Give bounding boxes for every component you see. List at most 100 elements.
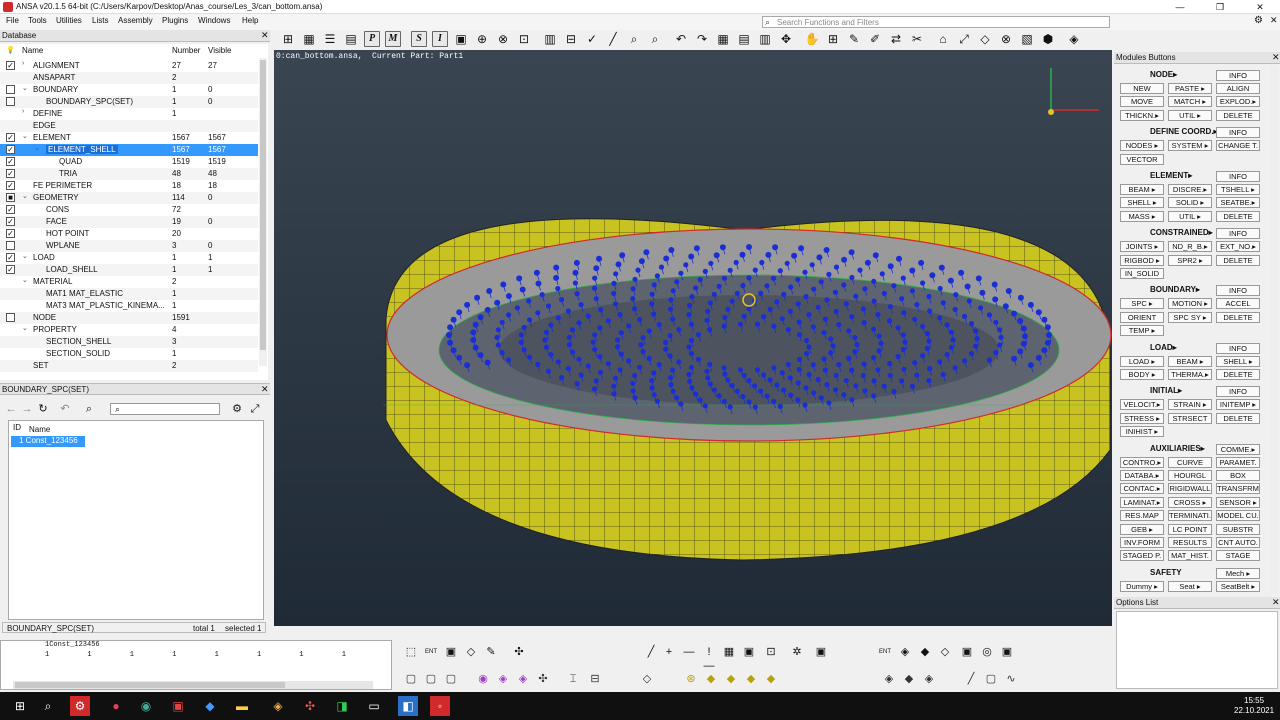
module-button[interactable]: TSHELL ▸	[1216, 184, 1260, 195]
module-button[interactable]: SEATBE.▸	[1216, 197, 1260, 209]
visibility-checkbox[interactable]: ✓	[6, 217, 15, 226]
toolbar-tool-icon[interactable]: ✐	[867, 31, 883, 47]
module-button[interactable]: SPC SY ▸	[1168, 311, 1212, 323]
module-button[interactable]: INITEMP ▸	[1216, 399, 1260, 411]
toolbar-tool-icon[interactable]: ▥	[757, 31, 773, 47]
toolbar-tool-icon[interactable]: ◇	[977, 31, 993, 47]
table-row[interactable]: ✓ HOT POINT 20	[0, 228, 258, 240]
module-group-title[interactable]: INITIAL▸	[1150, 386, 1182, 395]
toolbar-m-button[interactable]: M	[385, 31, 401, 47]
module-button[interactable]: DELETE	[1216, 412, 1260, 424]
visibility-checkbox[interactable]: ✓	[6, 253, 15, 262]
module-group-title[interactable]: BOUNDARY▸	[1150, 285, 1200, 294]
bottom-tool-icon[interactable]: ▢	[984, 672, 998, 686]
visibility-checkbox[interactable]	[6, 241, 15, 250]
filter-input[interactable]: ⌕	[110, 403, 220, 415]
close-boundary-panel-icon[interactable]: ✕	[261, 384, 269, 395]
bottom-tool-icon[interactable]: ENT	[878, 645, 892, 659]
taskbar-lsr-icon[interactable]: ◈	[268, 696, 288, 716]
toolbar-tool-icon[interactable]: ⊗	[495, 31, 511, 47]
refresh-icon[interactable]: ↻	[36, 402, 50, 416]
module-button[interactable]: LOAD ▸	[1120, 355, 1164, 367]
module-button[interactable]: BEAM ▸	[1120, 184, 1164, 195]
taskbar-clock[interactable]: 15:55 22.10.2021	[1234, 696, 1274, 716]
start-windows-icon[interactable]: ⊞	[10, 696, 30, 716]
toolbar-tool-icon[interactable]: ▤	[343, 31, 359, 47]
bottom-tool-icon[interactable]: ◆	[918, 645, 932, 659]
bottom-tool-icon[interactable]: —	[682, 645, 696, 659]
module-button[interactable]: EXPLOD.▸	[1216, 96, 1260, 108]
module-button[interactable]: TEMP ▸	[1120, 325, 1164, 337]
module-button[interactable]: DATABA.▸	[1120, 470, 1164, 481]
bottom-tool-icon[interactable]: ▣	[814, 645, 828, 659]
module-button[interactable]: SeatBelt ▸	[1216, 580, 1260, 592]
module-button[interactable]: INIHIST ▸	[1120, 426, 1164, 438]
bottom-tool-icon[interactable]: ⊟	[588, 672, 602, 686]
table-row[interactable]: › DEFINE 1	[0, 108, 258, 120]
taskbar-app-5-icon[interactable]: ◆	[200, 696, 220, 716]
module-button[interactable]: EXT_NO.▸	[1216, 241, 1260, 253]
module-button[interactable]: JOINTS ▸	[1120, 241, 1164, 253]
table-row[interactable]: WPLANE 3 0	[0, 240, 258, 252]
toolbar-tool-icon[interactable]: ✎	[846, 31, 862, 47]
table-row[interactable]: ✓ LOAD_SHELL 1 1	[0, 264, 258, 276]
module-button[interactable]: Dummy ▸	[1120, 580, 1164, 592]
toolbar-tool-icon[interactable]: ⊕	[474, 31, 490, 47]
visibility-checkbox[interactable]: ✓	[6, 265, 15, 274]
module-button[interactable]: MOTION ▸	[1168, 298, 1212, 310]
table-row[interactable]: ■ ⌄ GEOMETRY 114 0	[0, 192, 258, 204]
table-row[interactable]: ✓ FE PERIMETER 18 18	[0, 180, 258, 192]
module-button[interactable]: LAMINAT.▸	[1120, 496, 1164, 508]
maximize-button[interactable]: ❐	[1200, 0, 1240, 14]
module-group-title[interactable]: LOAD▸	[1150, 343, 1177, 352]
module-button[interactable]: SYSTEM ▸	[1168, 140, 1212, 152]
bottom-tool-icon[interactable]: ▣	[444, 645, 458, 659]
menu-plugins[interactable]: Plugins	[162, 16, 188, 25]
zoom-icon[interactable]: ⌕	[82, 402, 96, 416]
module-button[interactable]: CHANGE T.	[1216, 140, 1260, 152]
taskbar-app-11-icon[interactable]: ◧	[398, 696, 418, 716]
table-row[interactable]: NODE 1591	[0, 312, 258, 324]
module-button[interactable]: BODY ▸	[1120, 369, 1164, 380]
module-button[interactable]: STAGED P.	[1120, 550, 1164, 562]
toolbar-tool-icon[interactable]: ⌂	[935, 31, 951, 47]
module-button[interactable]: MASS ▸	[1120, 210, 1164, 222]
settings-icon[interactable]: ⚙	[230, 402, 244, 416]
table-row[interactable]: SET 2	[0, 360, 258, 372]
bottom-tool-icon[interactable]: +	[662, 645, 676, 659]
table-row[interactable]: ANSAPART 2	[0, 72, 258, 84]
close-window-button[interactable]: ✕	[1240, 0, 1280, 14]
module-button[interactable]: GEB ▸	[1120, 523, 1164, 535]
visibility-checkbox[interactable]: ✓	[6, 205, 15, 214]
module-button[interactable]: INFO	[1216, 171, 1260, 182]
taskbar-pdf-icon[interactable]: ▣	[168, 696, 188, 716]
toolbar-tool-icon[interactable]: ◈	[1066, 31, 1082, 47]
visibility-checkbox[interactable]	[6, 85, 15, 94]
module-button[interactable]: INFO	[1216, 342, 1260, 354]
menu-tools[interactable]: Tools	[28, 16, 47, 25]
bottom-tool-icon[interactable]: ◈	[922, 672, 936, 686]
module-button[interactable]: TRANSFRM	[1216, 483, 1260, 495]
bottom-tool-icon[interactable]: ENT	[424, 645, 438, 659]
taskbar-app-1-icon[interactable]: ⚙	[70, 696, 90, 716]
module-button[interactable]: INFO	[1216, 386, 1260, 398]
expand-toggle-icon[interactable]: ⌄	[22, 276, 28, 284]
module-button[interactable]: ORIENT	[1120, 311, 1164, 323]
module-button[interactable]: IN_SOLID	[1120, 268, 1164, 279]
table-row[interactable]: SECTION_SHELL 3	[0, 336, 258, 348]
bottom-tool-icon[interactable]: ◇	[938, 645, 952, 659]
module-group-title[interactable]: SAFETY	[1150, 568, 1182, 577]
module-group-title[interactable]: DEFINE COORD.▸	[1150, 127, 1218, 136]
module-button[interactable]: INFO	[1216, 228, 1260, 240]
bottom-tool-icon[interactable]: ▦	[722, 645, 736, 659]
close-database-icon[interactable]: ✕	[261, 30, 269, 41]
search-input[interactable]: ⌕ Search Functions and Filters	[762, 16, 1110, 28]
module-button[interactable]: Mech ▸	[1216, 567, 1260, 579]
expand-icon[interactable]: ⤢	[248, 402, 262, 416]
toolbar-tool-icon[interactable]: ✓	[584, 31, 600, 47]
name-column-header[interactable]: Name	[22, 46, 43, 55]
toolbar-tool-icon[interactable]: ✋	[804, 31, 820, 47]
bottom-tool-icon[interactable]: ◎	[980, 645, 994, 659]
bottom-tool-icon[interactable]: ▣	[742, 645, 756, 659]
table-row[interactable]: ✓ FACE 19 0	[0, 216, 258, 228]
